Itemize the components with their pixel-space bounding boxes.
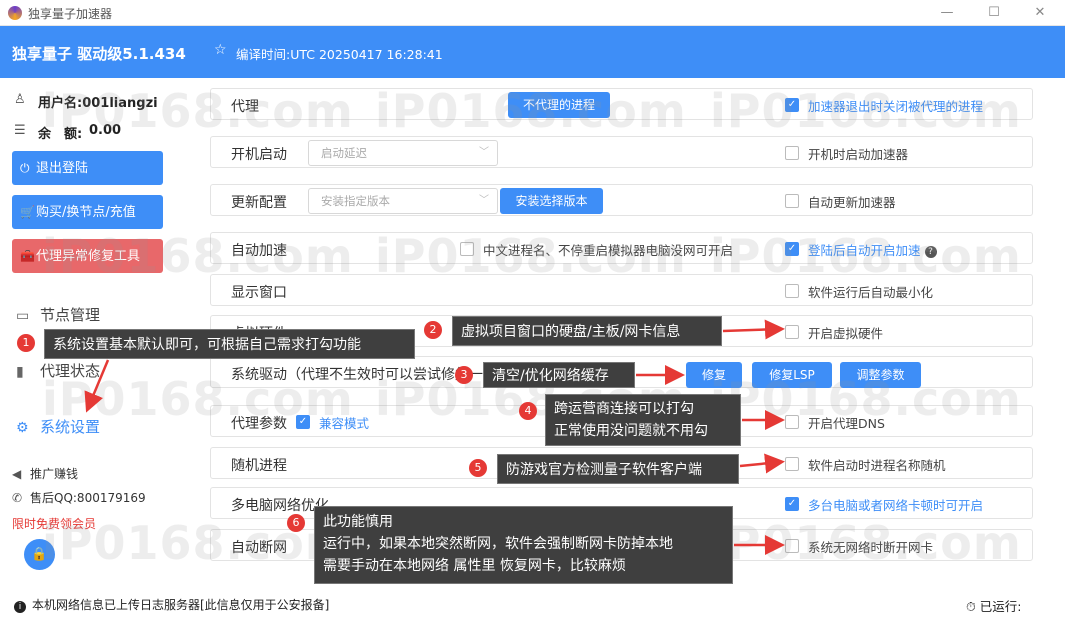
running-label: 已运行:: [979, 599, 1022, 614]
arrow-5: [739, 453, 785, 474]
log-upload-notice: i 本机网络信息已上传日志服务器[此信息仅用于公安报备]: [14, 596, 329, 613]
log-upload-text: 本机网络信息已上传日志服务器[此信息仅用于公安报备]: [32, 598, 330, 612]
info-icon: i: [14, 601, 26, 613]
arrow-1: [84, 359, 110, 413]
annotation-arrows: [84, 319, 785, 555]
status-footer: i 本机网络信息已上传日志服务器[此信息仅用于公安报备] ⏱ 已运行:: [0, 591, 1065, 633]
timer-icon: ⏱: [966, 599, 980, 614]
running-time: ⏱ 已运行:: [966, 596, 1021, 615]
arrow-2: [722, 319, 785, 340]
